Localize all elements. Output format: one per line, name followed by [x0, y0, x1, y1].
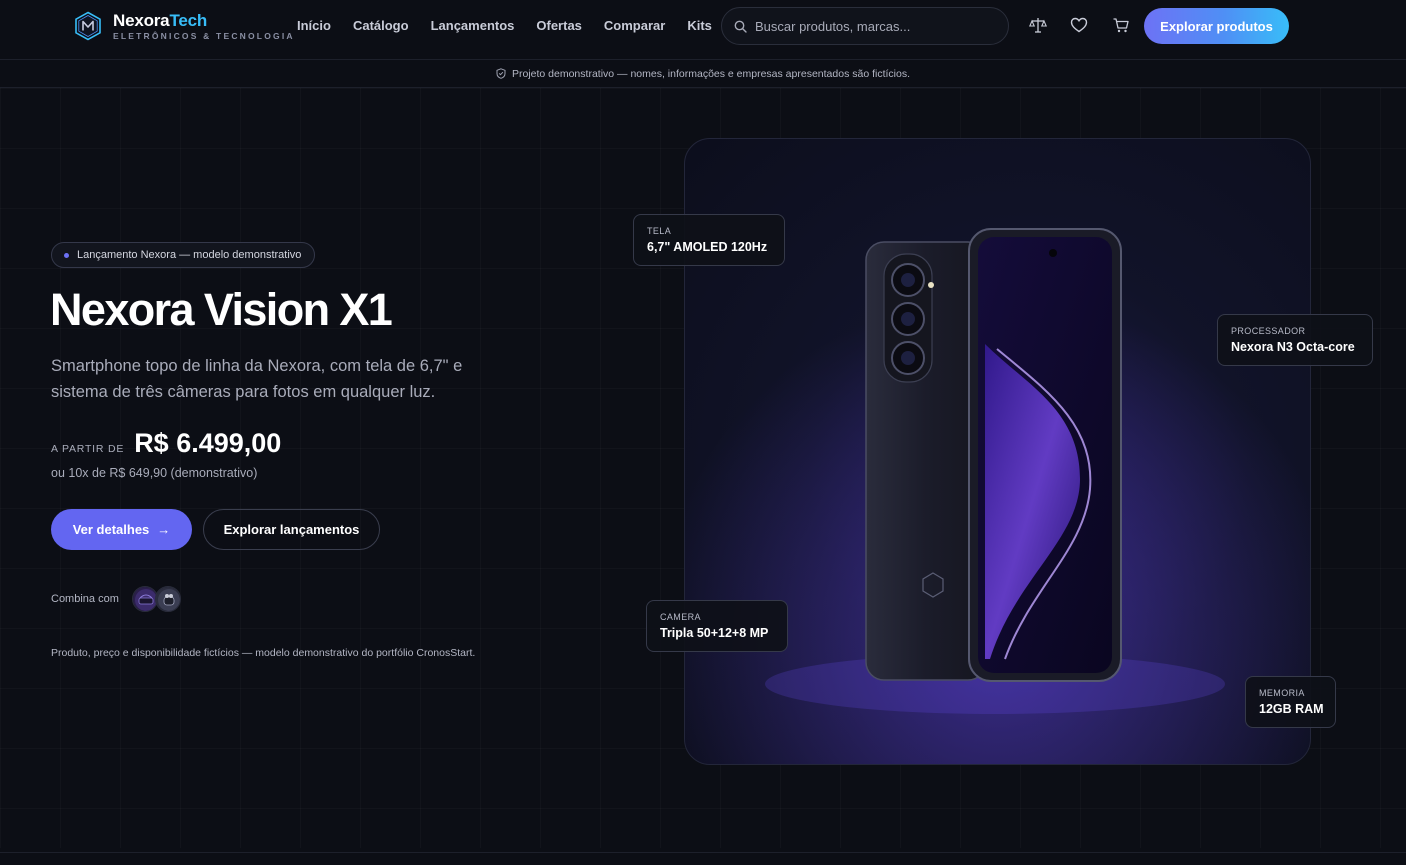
product-description: Smartphone topo de linha da Nexora, com … — [51, 357, 463, 401]
price-row: A PARTIR DE R$ 6.499,00 — [51, 428, 281, 459]
m-hexagon-logo-icon — [75, 11, 101, 41]
badge-dot — [64, 252, 69, 258]
brand-tagline: ELETRÔNICOS & TECNOLOGIA — [113, 31, 295, 41]
spec-screen-overlay-value: 6,7" AMOLED 120Hz — [647, 240, 768, 254]
search-icon — [734, 20, 747, 33]
shield-check-icon — [496, 68, 506, 79]
product-price: R$ 6.499,00 — [134, 428, 282, 458]
search-input[interactable] — [755, 18, 995, 34]
explore-products-button[interactable]: Explorar produtos — [1144, 8, 1289, 44]
product-title: Nexora Vision X1 — [50, 284, 393, 335]
arrow-right-icon: → — [157, 522, 171, 537]
site-header: NexoraTech ELETRÔNICOS & TECNOLOGIA Iníc… — [0, 0, 1406, 60]
notice-text: Projeto demonstrativo — nomes, informaçõ… — [511, 67, 911, 80]
spec-memory-value: 12GB RAM — [1259, 702, 1324, 716]
spec-screen-overlay-label: TELA — [647, 226, 672, 236]
launch-badge: Lançamento Nexora — modelo demonstrativo — [51, 242, 316, 268]
main-nav: Início Catálogo Lançamentos Ofertas Comp… — [297, 18, 734, 33]
spec-memory: MEMORIA 12GB RAM — [1245, 676, 1336, 728]
spec-memory-label: MEMORIA — [1259, 688, 1305, 698]
spec-processor-label: PROCESSADOR — [1231, 326, 1306, 336]
spec-screen-overlay: TELA 6,7" AMOLED 120Hz — [633, 214, 785, 266]
combo-label: Combina com — [51, 593, 119, 605]
section-divider — [0, 852, 1406, 853]
nav-item-catalogo[interactable]: Catálogo — [353, 18, 409, 33]
combines-with: Combina com — [51, 586, 181, 612]
spec-processor: PROCESSADOR Nexora N3 Octa-core — [1217, 314, 1373, 366]
installments-text: ou 10x de R$ 649,90 (demonstrativo) — [51, 466, 258, 480]
spec-camera-value: Tripla 50+12+8 MP — [660, 626, 769, 640]
brand-logo[interactable]: NexoraTech ELETRÔNICOS & TECNOLOGIA — [74, 11, 295, 41]
brand-name: NexoraTech — [113, 11, 208, 30]
heart-icon[interactable] — [1070, 16, 1088, 34]
compare-scale-icon[interactable] — [1029, 16, 1047, 34]
accessory-thumbnail-headset[interactable] — [131, 586, 158, 612]
spec-camera-label: CAMERA — [660, 612, 701, 622]
nav-item-comparar[interactable]: Comparar — [604, 18, 665, 33]
accessory-thumbnail-earbuds[interactable] — [154, 586, 181, 612]
badge-text: Lançamento Nexora — modelo demonstrativo — [77, 249, 302, 261]
nav-item-kits[interactable]: Kits — [687, 18, 712, 33]
demo-notice-bar: Projeto demonstrativo — nomes, informaçõ… — [0, 60, 1406, 88]
explore-launches-button[interactable]: Explorar lançamentos — [203, 509, 380, 550]
nav-item-ofertas[interactable]: Ofertas — [536, 18, 582, 33]
price-prefix: A PARTIR DE — [51, 443, 125, 455]
earbuds-product-icon — [155, 587, 180, 611]
view-details-button[interactable]: Ver detalhes → — [51, 509, 192, 550]
search-bar[interactable] — [721, 7, 1009, 45]
nav-item-lancamentos[interactable]: Lançamentos — [431, 18, 515, 33]
spec-processor-value: Nexora N3 Octa-core — [1231, 340, 1355, 354]
view-details-label: Ver detalhes — [72, 522, 150, 537]
cart-icon[interactable] — [1112, 16, 1130, 34]
spec-camera: CAMERA Tripla 50+12+8 MP — [646, 600, 788, 652]
product-disclaimer: Produto, preço e disponibilidade fictíci… — [51, 647, 476, 659]
nav-item-inicio[interactable]: Início — [297, 18, 331, 33]
